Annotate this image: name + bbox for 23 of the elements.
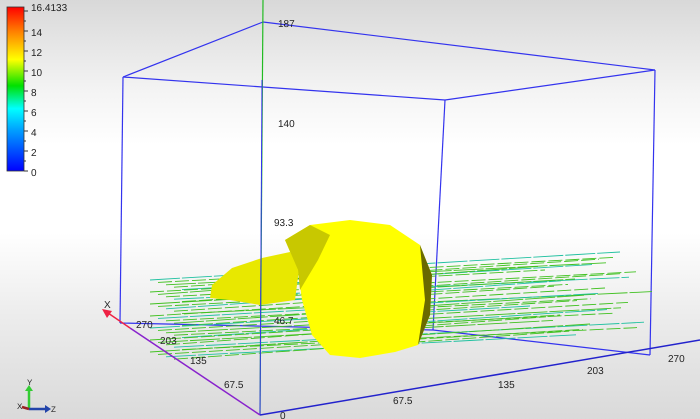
scale-label: 14 — [31, 28, 42, 39]
tick-label: 270 — [668, 354, 685, 365]
scale-label: 12 — [31, 48, 42, 59]
scale-label: 0 — [31, 168, 37, 179]
tick-label: 67.5 — [224, 380, 244, 391]
scale-label: 8 — [31, 88, 37, 99]
scale-label: 10 — [31, 68, 42, 79]
tick-label: 135 — [190, 356, 207, 367]
scale-label: 16.4133 — [31, 3, 68, 14]
axis-label: Y — [27, 378, 32, 387]
scale-label: 6 — [31, 108, 37, 119]
orientation-triad-drawing — [22, 385, 51, 413]
tick-label: 0 — [280, 411, 286, 419]
tick-label: 140 — [278, 119, 295, 130]
tick-label: 93.3 — [274, 218, 294, 229]
axis-label: X — [17, 402, 22, 411]
axis-label: X — [104, 300, 111, 311]
scale-label: 2 — [31, 148, 37, 159]
tick-label: 67.5 — [393, 396, 412, 407]
tick-label: 203 — [587, 366, 604, 377]
scale-label: 4 — [31, 128, 37, 139]
axis-label: Z — [51, 405, 56, 414]
tick-label: 135 — [498, 380, 515, 391]
